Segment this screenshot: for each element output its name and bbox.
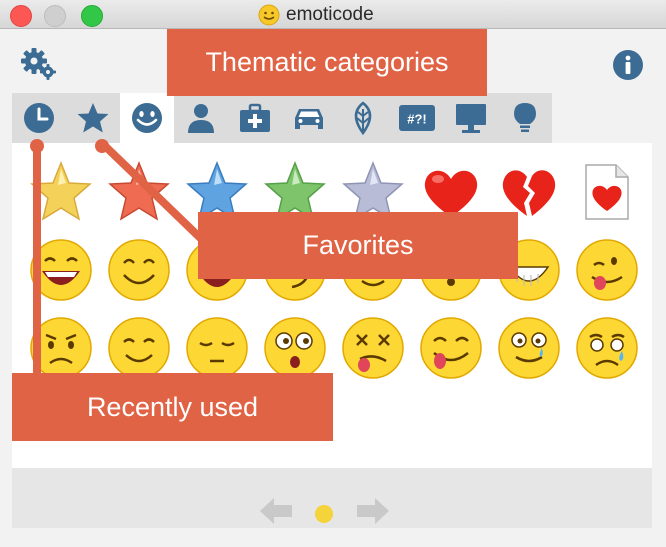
recent-pointer-line xyxy=(33,145,41,377)
recent-pointer-dot xyxy=(30,139,44,153)
tab-favorites[interactable] xyxy=(66,93,120,143)
symbols-tab-text: #?! xyxy=(407,112,427,127)
emoticon-cell[interactable] xyxy=(490,309,568,387)
tab-travel[interactable] xyxy=(282,93,336,143)
tab-nature[interactable] xyxy=(336,93,390,143)
window-title: emoticode xyxy=(258,3,374,27)
thematic-categories-callout: Thematic categories xyxy=(167,29,487,96)
pagination-bar xyxy=(12,468,652,528)
emoticon-cell[interactable] xyxy=(568,153,646,231)
lightbulb-icon xyxy=(514,103,536,132)
leaf-icon xyxy=(354,101,372,135)
emoticon-cell[interactable] xyxy=(568,309,646,387)
page-indicator-dot[interactable] xyxy=(315,505,333,523)
shocked-face-icon xyxy=(264,317,326,379)
app-smiley-icon xyxy=(258,4,280,26)
recently-used-callout: Recently used xyxy=(12,373,333,441)
minimize-window-button[interactable] xyxy=(44,5,66,27)
emoticon-cell[interactable] xyxy=(568,231,646,309)
monitor-icon xyxy=(456,104,486,133)
info-icon[interactable] xyxy=(612,49,644,81)
favorites-callout: Favorites xyxy=(198,212,518,279)
tearful-smile-face-icon xyxy=(498,317,560,379)
happy-face-icon xyxy=(108,239,170,301)
emoticon-cell[interactable] xyxy=(100,231,178,309)
winking-tongue-face-icon xyxy=(576,239,638,301)
clock-icon xyxy=(24,103,54,133)
arrow-right-icon[interactable] xyxy=(355,498,389,524)
star-icon xyxy=(77,103,109,133)
tab-ideas[interactable] xyxy=(498,93,552,143)
crying-face-icon xyxy=(576,317,638,379)
zoom-window-button[interactable] xyxy=(81,5,103,27)
sleepy-face-icon xyxy=(186,317,248,379)
tab-computer[interactable] xyxy=(444,93,498,143)
emoticon-cell[interactable] xyxy=(412,309,490,387)
symbols-icon: #?! xyxy=(399,105,435,131)
tongue-out-face-icon xyxy=(420,317,482,379)
emoticon-cell[interactable] xyxy=(100,153,178,231)
medical-kit-icon xyxy=(240,103,270,132)
emoticode-app: #?! Thematic categories Favorites Recent… xyxy=(0,29,666,547)
window-title-text: emoticode xyxy=(286,4,374,25)
content-face-icon xyxy=(108,317,170,379)
car-icon xyxy=(295,109,323,129)
tab-symbols[interactable]: #?! xyxy=(390,93,444,143)
red-star-icon xyxy=(108,160,170,221)
tab-smileys[interactable] xyxy=(120,93,174,143)
heart-document-icon xyxy=(585,164,629,220)
tab-people[interactable] xyxy=(174,93,228,143)
smiley-icon xyxy=(132,103,162,133)
arrow-left-icon[interactable] xyxy=(260,498,294,524)
title-bar: emoticode xyxy=(0,0,666,29)
person-icon xyxy=(188,104,214,133)
dizzy-face-icon xyxy=(342,317,404,379)
emoticon-cell[interactable] xyxy=(334,309,412,387)
category-tab-bar: #?! xyxy=(12,93,552,143)
close-window-button[interactable] xyxy=(10,5,32,27)
favorites-pointer-dot xyxy=(95,139,109,153)
gear-icon[interactable] xyxy=(20,47,58,81)
tab-objects[interactable] xyxy=(228,93,282,143)
tab-recent[interactable] xyxy=(12,93,66,143)
